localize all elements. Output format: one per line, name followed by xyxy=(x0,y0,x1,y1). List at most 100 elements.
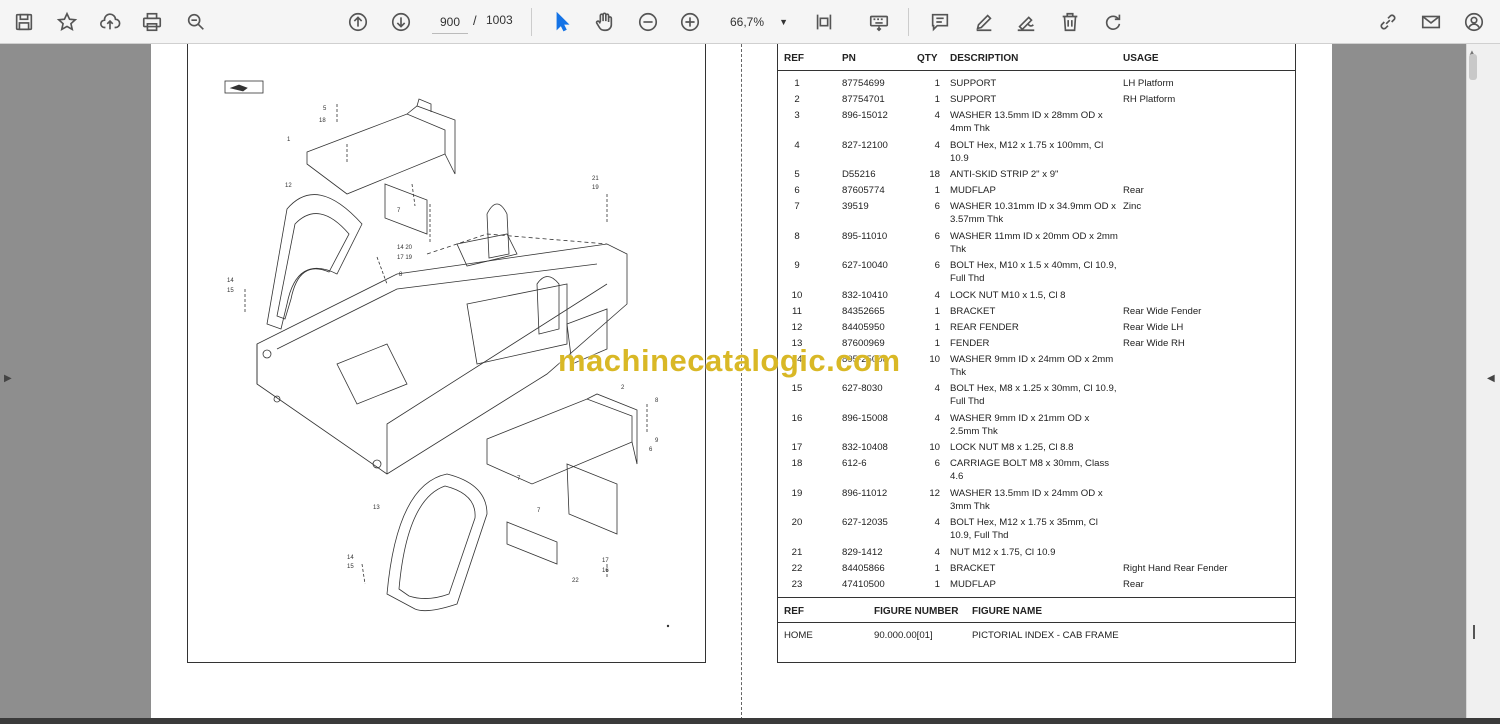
qty-cell: 6 xyxy=(934,260,940,271)
qty-cell: 4 xyxy=(934,110,940,121)
header-pn: PN xyxy=(842,53,856,64)
sign-icon[interactable] xyxy=(1012,8,1040,36)
pn-cell[interactable]: 627-12035 xyxy=(842,516,922,529)
ref-cell[interactable]: 22 xyxy=(778,562,816,575)
fit-page-icon[interactable] xyxy=(810,8,838,36)
zoom-search-icon[interactable] xyxy=(182,8,210,36)
pn-cell[interactable]: 896-15012 xyxy=(842,109,922,122)
pen-icon[interactable] xyxy=(970,8,998,36)
pn-cell[interactable]: D55216 xyxy=(842,168,922,181)
page-down-icon[interactable] xyxy=(387,8,415,36)
ref-cell[interactable]: 16 xyxy=(778,412,816,425)
figure-number[interactable]: 90.000.00[01] xyxy=(874,630,933,641)
ref-cell[interactable]: 2 xyxy=(778,93,816,106)
svg-text:17: 17 xyxy=(602,558,609,564)
pn-cell[interactable]: 84405950 xyxy=(842,321,922,334)
link-share-icon[interactable] xyxy=(1374,8,1402,36)
figure-ref-link[interactable]: HOME xyxy=(784,630,813,641)
bookmark-star-icon[interactable] xyxy=(53,8,81,36)
ref-cell[interactable]: 5 xyxy=(778,168,816,181)
svg-text:19: 19 xyxy=(592,185,599,191)
svg-text:8: 8 xyxy=(655,398,659,404)
qty-cell: 1 xyxy=(934,578,940,590)
ref-cell[interactable]: 20 xyxy=(778,516,816,529)
redo-icon[interactable] xyxy=(1099,8,1127,36)
usage-cell: Right Hand Rear Fender xyxy=(1123,562,1228,574)
svg-text:1: 1 xyxy=(287,137,291,143)
left-panel-toggle-icon[interactable]: ▶ xyxy=(4,373,12,384)
pn-cell[interactable]: 87754701 xyxy=(842,93,922,106)
ref-cell[interactable]: 11 xyxy=(778,305,816,318)
pn-cell[interactable]: 827-12100 xyxy=(842,139,922,152)
upload-icon[interactable] xyxy=(96,8,124,36)
ref-cell[interactable]: 4 xyxy=(778,139,816,152)
pn-cell[interactable]: 832-10408 xyxy=(842,441,922,454)
header-description: DESCRIPTION xyxy=(950,53,1019,64)
pn-cell[interactable]: 47410500 xyxy=(842,578,922,591)
pn-cell[interactable]: 896-15008 xyxy=(842,412,922,425)
pn-cell[interactable]: 832-10410 xyxy=(842,289,922,302)
ref-cell[interactable]: 23 xyxy=(778,578,816,591)
pn-cell[interactable]: 87605774 xyxy=(842,184,922,197)
account-icon[interactable] xyxy=(1460,8,1488,36)
ref-cell[interactable]: 19 xyxy=(778,487,816,500)
usage-cell: Rear Wide Fender xyxy=(1123,305,1202,317)
zoom-value: 66,7% xyxy=(730,15,765,29)
ref-cell[interactable]: 12 xyxy=(778,321,816,334)
pn-cell[interactable]: 87754699 xyxy=(842,77,922,90)
pn-cell[interactable]: 896-11012 xyxy=(842,487,922,500)
pn-cell[interactable]: 39519 xyxy=(842,200,922,213)
description-cell: FENDER xyxy=(950,337,990,349)
delete-icon[interactable] xyxy=(1056,8,1084,36)
qty-cell: 18 xyxy=(929,169,940,180)
qty-cell: 4 xyxy=(934,139,940,151)
qty-cell: 1 xyxy=(934,78,940,89)
page-number-input[interactable]: 900 xyxy=(432,10,468,34)
panel-handle[interactable] xyxy=(1473,625,1475,639)
pn-cell[interactable]: 84405866 xyxy=(842,562,922,575)
scrollbar-thumb[interactable] xyxy=(1469,54,1477,80)
page-up-icon[interactable] xyxy=(344,8,372,36)
save-icon[interactable] xyxy=(10,8,38,36)
right-panel-toggle-icon[interactable]: ◀ xyxy=(1487,373,1495,384)
pn-cell[interactable]: 627-10040 xyxy=(842,259,922,272)
pn-cell[interactable]: 612-6 xyxy=(842,457,922,470)
pn-cell[interactable]: 829-1412 xyxy=(842,546,922,559)
pn-cell[interactable]: 627-8030 xyxy=(842,382,922,395)
ref-cell[interactable]: 7 xyxy=(778,200,816,213)
ref-cell[interactable]: 17 xyxy=(778,441,816,454)
qty-cell: 10 xyxy=(929,353,940,365)
description-cell: WASHER 11mm ID x 20mm OD x 2mm Thk xyxy=(950,230,1118,255)
vertical-scrollbar[interactable] xyxy=(1466,44,1480,720)
usage-cell: Rear xyxy=(1123,185,1144,196)
page-fold-divider xyxy=(741,44,742,720)
keyboard-icon[interactable] xyxy=(865,8,893,36)
svg-text:15: 15 xyxy=(227,288,234,294)
print-icon[interactable] xyxy=(138,8,166,36)
fender-part xyxy=(266,194,363,330)
select-pointer-icon[interactable] xyxy=(548,8,576,36)
svg-text:22: 22 xyxy=(572,578,579,584)
comment-icon[interactable] xyxy=(926,8,954,36)
hand-tool-icon[interactable] xyxy=(590,8,618,36)
ref-cell[interactable]: 15 xyxy=(778,382,816,395)
ref-cell[interactable]: 10 xyxy=(778,289,816,302)
ref-cell[interactable]: 1 xyxy=(778,77,816,90)
zoom-out-icon[interactable] xyxy=(634,8,662,36)
svg-text:14: 14 xyxy=(227,278,234,284)
qty-cell: 10 xyxy=(929,442,940,453)
zoom-select[interactable]: 66,7% ▼ xyxy=(722,10,794,34)
ref-cell[interactable]: 9 xyxy=(778,259,816,272)
ref-cell[interactable]: 18 xyxy=(778,457,816,470)
qty-cell: 1 xyxy=(934,337,940,349)
ref-cell[interactable]: 3 xyxy=(778,109,816,122)
usage-cell: Rear Wide RH xyxy=(1123,337,1185,349)
usage-cell: Rear Wide LH xyxy=(1123,321,1184,333)
zoom-in-icon[interactable] xyxy=(676,8,704,36)
pn-cell[interactable]: 84352665 xyxy=(842,305,922,318)
ref-cell[interactable]: 21 xyxy=(778,546,816,559)
ref-cell[interactable]: 8 xyxy=(778,230,816,243)
pn-cell[interactable]: 895-11010 xyxy=(842,230,922,243)
ref-cell[interactable]: 6 xyxy=(778,184,816,197)
mail-icon[interactable] xyxy=(1417,8,1445,36)
